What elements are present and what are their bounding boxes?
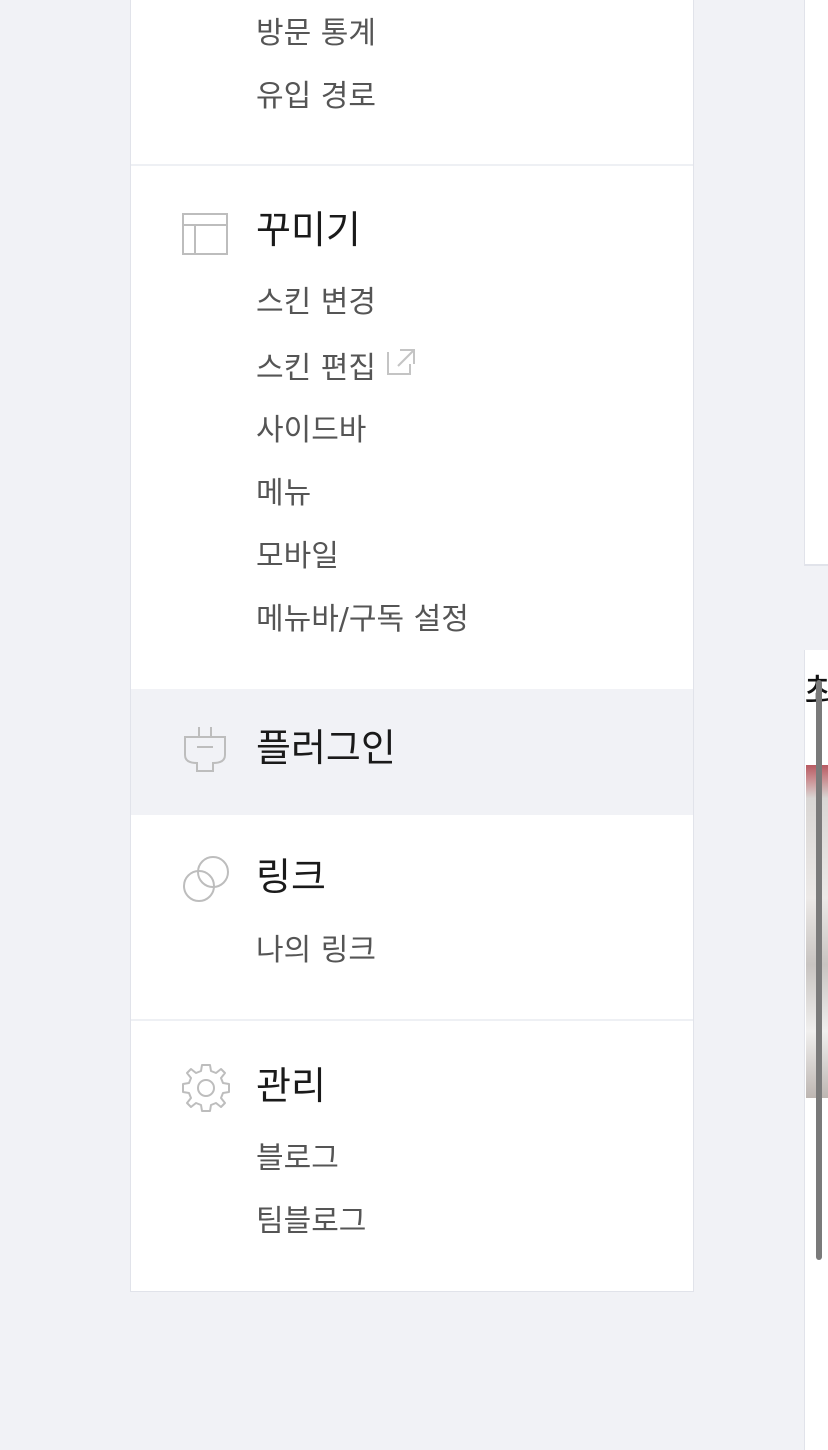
menu-item-mobile[interactable]: 모바일	[256, 537, 339, 577]
menu-item-skin-change[interactable]: 스킨 변경	[256, 283, 376, 323]
divider	[131, 1019, 693, 1021]
content-panel-top	[804, 0, 828, 566]
external-link-icon	[384, 346, 416, 387]
layout-icon	[181, 208, 231, 258]
menu-item-skin-edit-label: 스킨 편집	[256, 351, 376, 386]
menu-item-menu[interactable]: 메뉴	[256, 474, 311, 514]
section-title-plugin: 플러그인	[256, 726, 396, 770]
blog-admin-sidebar: 방문 통계 유입 경로 꾸미기 스킨 변경 스킨 편집 사이드바 메뉴 모바일 …	[130, 0, 694, 1292]
menu-item-visit-stats[interactable]: 방문 통계	[256, 14, 376, 54]
menu-item-skin-edit[interactable]: 스킨 편집	[256, 349, 416, 389]
section-title-decorate[interactable]: 꾸미기	[256, 205, 361, 255]
section-plugin[interactable]: 플러그인	[131, 689, 693, 815]
menu-item-blog[interactable]: 블로그	[256, 1139, 339, 1179]
menu-item-referrer[interactable]: 유입 경로	[256, 77, 376, 117]
menu-item-my-link[interactable]: 나의 링크	[256, 931, 376, 971]
link-icon	[181, 854, 231, 904]
section-title-manage[interactable]: 관리	[256, 1061, 326, 1111]
divider	[131, 164, 693, 166]
menu-item-menubar-subscribe[interactable]: 메뉴바/구독 설정	[256, 600, 469, 640]
scrollbar[interactable]	[816, 680, 822, 1260]
gear-icon	[181, 1063, 231, 1113]
plug-icon	[181, 725, 231, 775]
menu-item-sidebar[interactable]: 사이드바	[256, 411, 366, 451]
section-title-link[interactable]: 링크	[256, 852, 326, 902]
menu-item-team-blog[interactable]: 팀블로그	[256, 1202, 366, 1242]
